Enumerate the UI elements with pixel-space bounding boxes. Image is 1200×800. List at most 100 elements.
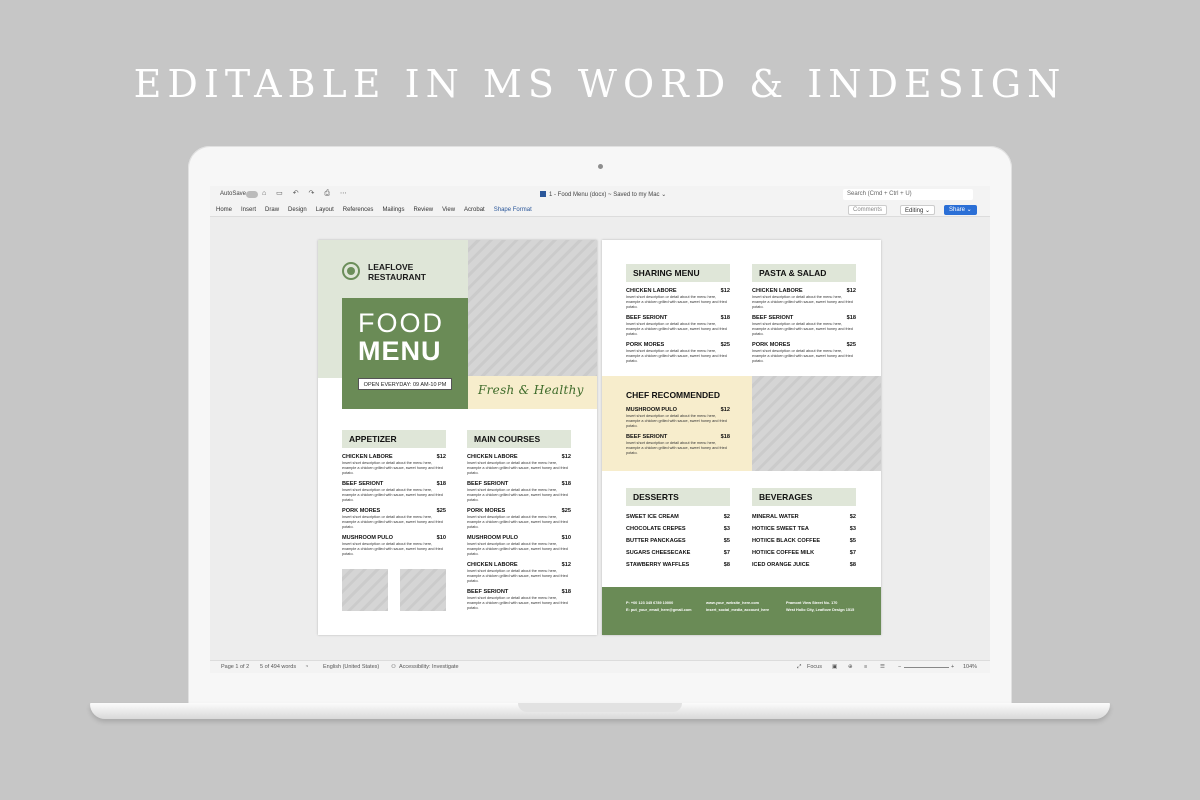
item-desc: Insert short description or detail about… — [626, 441, 727, 455]
item-name: MUSHROOM PULO — [626, 407, 677, 413]
item-desc: Insert short description or detail about… — [626, 414, 727, 428]
editing-button[interactable]: Editing ⌄ — [900, 205, 936, 215]
accessibility-status[interactable]: Accessibility: Investigate — [399, 664, 459, 670]
tab-design[interactable]: Design — [288, 207, 307, 213]
tab-review[interactable]: Review — [413, 207, 433, 213]
menu-item: PORK MORES $25 Insert short description o… — [467, 508, 571, 530]
image-placeholder[interactable] — [752, 376, 881, 471]
tab-layout[interactable]: Layout — [316, 207, 334, 213]
item-price: $2 — [849, 514, 856, 520]
title-box[interactable]: FOOD MENU OPEN EVERYDAY: 09 AM-10 PM — [342, 298, 468, 409]
leaf-logo-icon — [342, 262, 360, 280]
item-desc: Insert short description or detail about… — [342, 488, 443, 502]
image-placeholder[interactable] — [400, 569, 446, 611]
menu-item: MUSHROOM PULO $12 Insert short descriptio… — [626, 407, 730, 429]
menu-item: BEEF SERIONT $18 Insert short description… — [467, 481, 571, 503]
proofing-icon[interactable]: ◔ — [305, 664, 308, 670]
restaurant-name-line1: LEAFLOVE — [368, 262, 414, 272]
item-price: $18 — [561, 589, 571, 595]
item-name: CHICKEN LABORE — [467, 562, 518, 568]
menu-item: CHICKEN LABORE $12 Insert short descripti… — [752, 288, 856, 310]
headline: EDITABLE IN MS WORD & INDESIGN — [133, 62, 1067, 106]
item-price: $25 — [561, 508, 571, 514]
menu-item: CHOCOLATE CREPES $3 — [626, 526, 730, 532]
menu-item: HOT/ICE BLACK COFFEE $5 — [752, 538, 856, 544]
footer-email: E: put_your_email_here@gmail.com — [626, 608, 692, 612]
autosave-toggle[interactable] — [246, 191, 258, 198]
section-title-main-courses: MAIN COURSES — [467, 430, 571, 448]
footer-phone: P: +00 123 345 6789 10000 — [626, 601, 674, 605]
section-title-appetizer: APPETIZER — [342, 430, 446, 448]
tab-view[interactable]: View — [442, 207, 455, 213]
item-desc: Insert short description or detail about… — [342, 461, 443, 475]
zoom-in-icon[interactable]: + — [951, 664, 954, 670]
page-count[interactable]: Page 1 of 2 — [221, 664, 249, 670]
item-name: BEEF SERIONT — [752, 315, 794, 321]
status-bar: Page 1 of 2 5 of 494 words ◔ English (Un… — [210, 660, 990, 673]
tab-draw[interactable]: Draw — [265, 207, 279, 213]
word-doc-icon — [540, 191, 546, 197]
menu-item: BUTTER PANCKAGES $5 — [626, 538, 730, 544]
item-price: $12 — [561, 454, 571, 460]
outline-view-icon[interactable]: ≡ — [864, 664, 867, 670]
item-name: ICED ORANGE JUICE — [752, 562, 810, 568]
zoom-out-icon[interactable]: − — [898, 664, 901, 670]
item-name: MUSHROOM PULO — [342, 535, 393, 541]
zoom-slider[interactable] — [904, 667, 949, 668]
item-price: $12 — [846, 288, 856, 294]
open-hours-textbox[interactable]: OPEN EVERYDAY: 09 AM-10 PM — [358, 378, 452, 390]
item-price: $5 — [723, 538, 730, 544]
page-1[interactable]: LEAFLOVE RESTAURANT Fresh & Healthy FOOD… — [318, 240, 597, 635]
share-button[interactable]: Share ⌄ — [944, 205, 977, 215]
item-name: CHICKEN LABORE — [342, 454, 393, 460]
laptop-notch — [518, 703, 682, 712]
tab-shape-format[interactable]: Shape Format — [494, 207, 532, 213]
item-name: HOT/ICE BLACK COFFEE — [752, 538, 821, 544]
item-name: STAWBERRY WAFFLES — [626, 562, 690, 568]
zoom-level[interactable]: 104% — [963, 664, 977, 670]
item-name: BEEF SERIONT — [467, 589, 509, 595]
search-input[interactable]: Search (Cmd + Ctrl + U) — [843, 189, 973, 200]
item-price: $3 — [723, 526, 730, 532]
item-price: $3 — [849, 526, 856, 532]
word-window: AutoSave ⌂ ▭ ↶ ↷ ⎙ ⋯ 1 - Food Menu (docx… — [210, 186, 990, 673]
print-layout-icon[interactable]: ▣ — [832, 664, 837, 670]
item-name: MUSHROOM PULO — [467, 535, 518, 541]
section-title-desserts: DESSERTS — [626, 488, 730, 506]
menu-item: ICED ORANGE JUICE $8 — [752, 562, 856, 568]
ribbon-tabs: Home Insert Draw Design Layout Reference… — [210, 203, 990, 217]
menu-item: CHICKEN LABORE $12 Insert short descripti… — [342, 454, 446, 476]
item-name: BEEF SERIONT — [626, 315, 668, 321]
tab-mailings[interactable]: Mailings — [382, 207, 404, 213]
contact-footer: P: +00 123 345 6789 10000 E: put_your_em… — [602, 587, 881, 635]
language-status[interactable]: English (United States) — [323, 664, 379, 670]
item-price: $8 — [723, 562, 730, 568]
page-2[interactable]: SHARING MENU PASTA & SALAD CHICKEN LABOR… — [602, 240, 881, 635]
tab-insert[interactable]: Insert — [241, 207, 256, 213]
focus-button[interactable]: Focus — [807, 664, 822, 670]
tab-acrobat[interactable]: Acrobat — [464, 207, 485, 213]
section-title-pasta-salad: PASTA & SALAD — [752, 264, 856, 282]
image-placeholder[interactable] — [342, 569, 388, 611]
draft-view-icon[interactable]: ☰ — [880, 664, 885, 670]
tab-home[interactable]: Home — [216, 207, 232, 213]
document-title-text: 1 - Food Menu (docx) ~ Saved to my Mac ⌄ — [549, 192, 667, 198]
web-layout-icon[interactable]: ⊕ — [848, 664, 853, 670]
image-placeholder[interactable] — [468, 240, 597, 378]
quick-access-icons[interactable]: ⌂ ▭ ↶ ↷ ⎙ ⋯ — [262, 189, 351, 198]
item-price: $25 — [846, 342, 856, 348]
word-count[interactable]: 5 of 494 words — [260, 664, 296, 670]
comments-button[interactable]: Comments — [848, 205, 888, 215]
item-price: $12 — [720, 288, 730, 294]
item-name: PORK MORES — [626, 342, 665, 348]
document-title[interactable]: 1 - Food Menu (docx) ~ Saved to my Mac ⌄ — [540, 191, 666, 198]
item-name: PORK MORES — [467, 508, 506, 514]
item-price: $18 — [846, 315, 856, 321]
item-price: $12 — [436, 454, 446, 460]
section-title-beverages: BEVERAGES — [752, 488, 856, 506]
item-desc: Insert short description or detail about… — [626, 322, 727, 336]
item-price: $25 — [720, 342, 730, 348]
tab-references[interactable]: References — [343, 207, 374, 213]
item-desc: Insert short description or detail about… — [467, 488, 568, 502]
menu-item: BEEF SERIONT $18 Insert short description… — [752, 315, 856, 337]
